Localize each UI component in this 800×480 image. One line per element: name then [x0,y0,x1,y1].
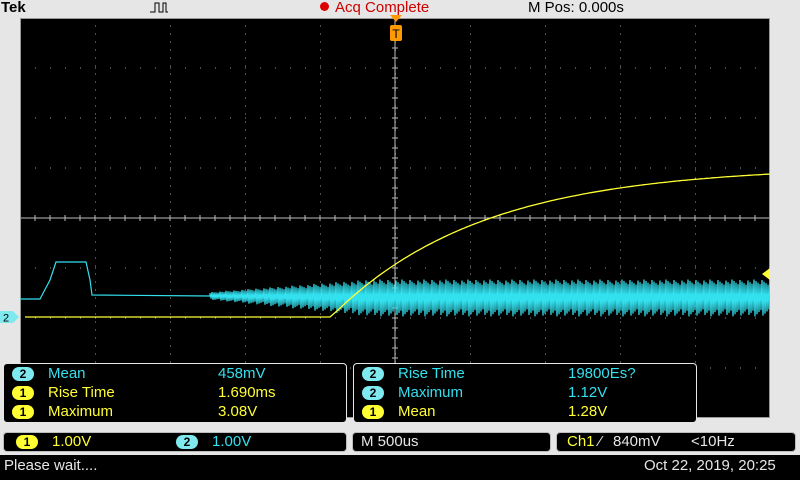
channel-badge: 1 [12,405,34,419]
measurement-value: 19800Es? [568,365,636,382]
acquisition-status: Acq Complete [320,0,429,16]
horizontal-position: M Pos: 0.000s [528,0,624,16]
channel-badge: 2 [362,367,384,381]
timebase-panel[interactable]: M 500us [352,432,551,452]
pulse-icon [150,2,168,13]
timebase-value[interactable]: M 500us [361,433,419,450]
channel-scale-panel[interactable]: 1 1.00V 2 1.00V [3,432,347,452]
measurement-label: Maximum [48,403,114,420]
measurement-value: 3.08V [218,403,258,420]
trigger-level-marker-icon[interactable] [760,268,770,280]
message-bar: Please wait.... Oct 22, 2019, 20:25 [0,455,800,480]
measurement-label: Rise Time [48,384,115,401]
ch2-ground-label: 2 [3,313,9,325]
status-message: Please wait.... [4,457,98,474]
measurement-value: 1.690ms [218,384,276,401]
measurement-value: 458mV [218,365,266,382]
measurement-row[interactable]: 1 Mean 1.28V [360,403,690,422]
channel-badge: 2 [362,386,384,400]
channel-badge: 1 [12,386,34,400]
measurement-panel-right[interactable]: 2 Rise Time 19800Es? 2 Maximum 1.12V 1 M… [353,363,697,423]
ch1-volts-per-div[interactable]: 1.00V [52,433,91,450]
date-time: Oct 22, 2019, 20:25 [644,457,776,474]
ch1-badge: 1 [16,435,38,449]
brand-label: Tek [1,0,26,16]
waveform-display[interactable] [20,18,770,418]
measurement-label: Mean [398,403,436,420]
trigger-source[interactable]: Ch1 [567,433,595,450]
channel-badge: 2 [12,367,34,381]
measurement-row[interactable]: 2 Rise Time 19800Es? [360,365,690,384]
measurement-row[interactable]: 1 Maximum 3.08V [10,403,340,422]
trigger-panel[interactable]: Ch1 ⁄ 840mV <10Hz [556,432,796,452]
measurement-row[interactable]: 2 Maximum 1.12V [360,384,690,403]
measurement-panel-left[interactable]: 2 Mean 458mV 1 Rise Time 1.690ms 1 Maxim… [3,363,347,423]
trigger-marker-label: T [392,27,400,41]
trigger-frequency: <10Hz [691,433,735,450]
ch2-volts-per-div[interactable]: 1.00V [212,433,251,450]
trigger-slope-icon: ⁄ [599,433,602,450]
measurement-row[interactable]: 2 Mean 458mV [10,365,340,384]
measurement-value: 1.12V [568,384,608,401]
ch2-ground-marker-icon[interactable]: 2 [0,310,20,324]
trigger-position-marker-icon[interactable]: T [388,13,404,43]
measurement-value: 1.28V [568,403,608,420]
acq-status-text: Acq Complete [335,0,430,16]
channel-badge: 1 [362,405,384,419]
waveform-graticule [20,18,770,418]
ch2-badge: 2 [176,435,198,449]
measurement-row[interactable]: 1 Rise Time 1.690ms [10,384,340,403]
measurement-label: Mean [48,365,86,382]
trigger-level[interactable]: 840mV [613,433,661,450]
measurement-label: Maximum [398,384,464,401]
measurement-label: Rise Time [398,365,465,382]
acq-indicator-icon [320,2,329,11]
